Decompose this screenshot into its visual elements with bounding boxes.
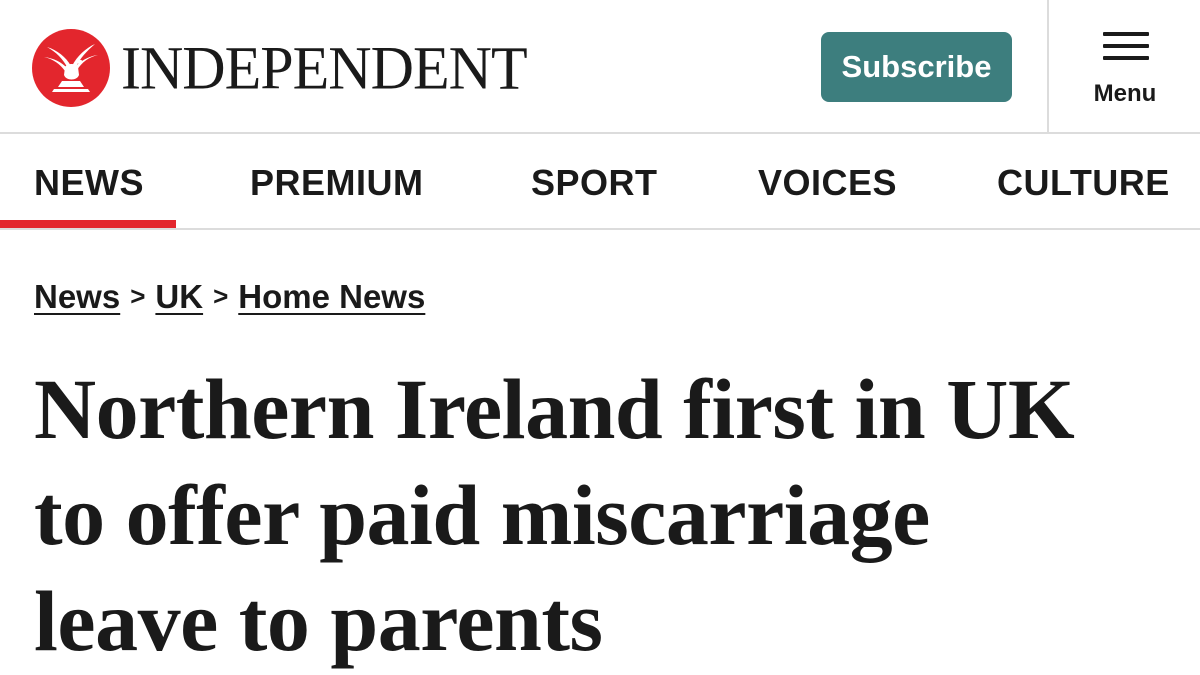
breadcrumb: News > UK > Home News — [34, 278, 425, 316]
breadcrumb-news[interactable]: News — [34, 278, 120, 315]
brand-wordmark: INDEPENDENT — [121, 34, 528, 102]
section-nav: NEWS PREMIUM SPORT VOICES CULTURE — [0, 134, 1200, 230]
nav-item-news[interactable]: NEWS — [34, 162, 144, 204]
breadcrumb-home-news[interactable]: Home News — [238, 278, 425, 315]
breadcrumb-separator: > — [213, 281, 229, 311]
logo-link[interactable]: INDEPENDENT — [32, 28, 528, 108]
subscribe-button[interactable]: Subscribe — [821, 32, 1012, 102]
header-divider — [1047, 0, 1049, 132]
menu-label: Menu — [1093, 80, 1157, 107]
nav-item-voices[interactable]: VOICES — [758, 162, 897, 204]
eagle-icon — [32, 29, 110, 107]
active-tab-indicator — [0, 220, 176, 228]
breadcrumb-uk[interactable]: UK — [155, 278, 203, 315]
masthead: INDEPENDENT Subscribe Menu — [0, 0, 1200, 134]
headline-line: to offer paid miscarriage — [34, 467, 930, 563]
nav-item-sport[interactable]: SPORT — [531, 162, 658, 204]
hamburger-icon — [1103, 32, 1149, 62]
article-headline: Northern Ireland first in UK to offer pa… — [34, 356, 1184, 674]
nav-item-culture[interactable]: CULTURE — [997, 162, 1170, 204]
headline-line: Northern Ireland first in UK — [34, 361, 1075, 457]
breadcrumb-separator: > — [130, 281, 146, 311]
menu-button[interactable]: Menu — [1070, 22, 1180, 114]
headline-line: leave to parents — [34, 573, 603, 669]
nav-item-premium[interactable]: PREMIUM — [250, 162, 424, 204]
